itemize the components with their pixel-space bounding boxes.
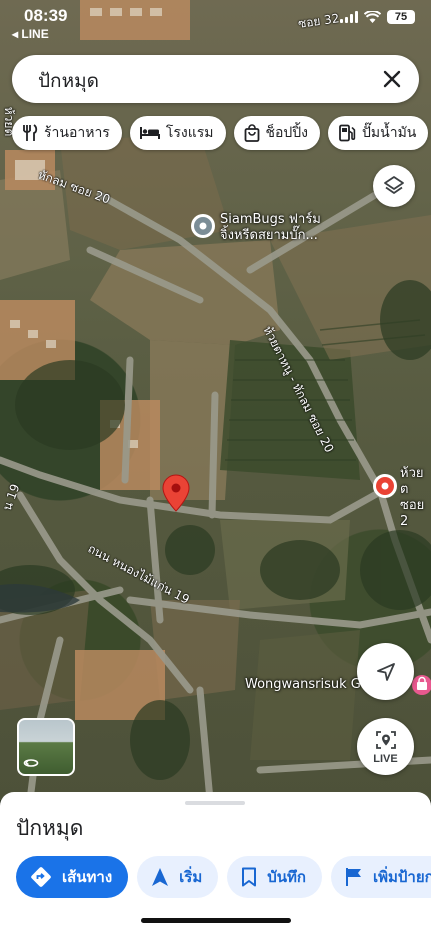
bookmark-icon bbox=[242, 867, 257, 887]
category-chips: ร้านอาหาร โรงแรม ช็อปปิ้ง ปั๊มน้ำมัน bbox=[12, 116, 429, 150]
navigation-arrow-icon bbox=[152, 868, 169, 886]
add-label-button[interactable]: เพิ่มป้ายก bbox=[331, 856, 431, 898]
back-to-app-link[interactable]: ◂ LINE bbox=[12, 27, 49, 41]
layers-icon bbox=[384, 176, 404, 194]
place-title: ปักหมุด bbox=[16, 816, 84, 840]
chip-label: ร้านอาหาร bbox=[44, 125, 110, 141]
search-bar[interactable]: ปักหมุด bbox=[12, 55, 419, 103]
restaurant-icon bbox=[23, 124, 38, 141]
chip-label: ปั๊มน้ำมัน bbox=[362, 125, 417, 141]
chip-label: ช็อปปิ้ง bbox=[265, 125, 309, 141]
clear-search-button[interactable] bbox=[377, 64, 407, 94]
place-pin-icon bbox=[373, 474, 397, 498]
poi-siambugs-label[interactable]: SiamBugs ฟาร์ม จิ้งหรีดสยามบั๊ก... bbox=[220, 212, 350, 244]
rotate-360-icon bbox=[23, 759, 39, 767]
start-button[interactable]: เริ่ม bbox=[137, 856, 219, 898]
street-view-thumbnail[interactable] bbox=[17, 718, 75, 776]
live-view-button[interactable]: LIVE bbox=[357, 718, 414, 775]
cellular-signal-icon bbox=[340, 11, 358, 23]
maps-screen: ซอย 32 ห้วยต หักลม ซอย 20 ห้วยตาหนู - หั… bbox=[0, 0, 431, 932]
close-icon bbox=[383, 70, 401, 88]
directions-icon bbox=[31, 867, 51, 887]
directions-button[interactable]: เส้นทาง bbox=[16, 856, 129, 898]
live-view-pin-icon bbox=[375, 731, 396, 749]
layers-button[interactable] bbox=[373, 165, 415, 207]
chip-label: โรงแรม bbox=[165, 125, 214, 141]
my-location-button[interactable] bbox=[357, 643, 414, 700]
add-label-label: เพิ่มป้ายก bbox=[373, 868, 431, 886]
live-label: LIVE bbox=[373, 753, 398, 765]
sheet-drag-handle[interactable] bbox=[185, 801, 245, 805]
navigation-arrow-icon bbox=[376, 662, 395, 681]
status-icons: 75 bbox=[340, 10, 415, 24]
chip-hotels[interactable]: โรงแรม bbox=[129, 116, 226, 150]
red-pin-icon bbox=[162, 474, 190, 512]
directions-label: เส้นทาง bbox=[62, 868, 113, 886]
save-button[interactable]: บันทึก bbox=[227, 856, 322, 898]
clock: 08:39 bbox=[24, 6, 68, 25]
poi-wongwansrisuk-label[interactable]: Wongwansrisuk G bbox=[245, 677, 361, 693]
chip-gas[interactable]: ปั๊มน้ำมัน bbox=[328, 116, 429, 150]
save-label: บันทึก bbox=[267, 868, 306, 886]
status-bar: 08:39 ◂ LINE 75 bbox=[0, 0, 431, 44]
place-bottom-sheet[interactable]: ปักหมุด เส้นทาง เริ่ม บันทึก เพิ่มป้ายก bbox=[0, 792, 431, 932]
battery-indicator: 75 bbox=[387, 10, 415, 24]
chip-shopping[interactable]: ช็อปปิ้ง bbox=[233, 116, 321, 150]
poi-right-label[interactable]: ห้วยต ซอย 2 bbox=[400, 466, 430, 530]
flag-icon bbox=[346, 868, 361, 886]
wifi-icon bbox=[364, 10, 381, 23]
shopping-bag-icon bbox=[412, 675, 431, 695]
gas-station-icon bbox=[339, 124, 356, 142]
shopping-icon bbox=[244, 124, 259, 142]
place-pin-icon bbox=[191, 214, 215, 238]
start-label: เริ่ม bbox=[179, 868, 203, 886]
search-query[interactable]: ปักหมุด bbox=[38, 66, 99, 96]
chip-restaurants[interactable]: ร้านอาหาร bbox=[12, 116, 122, 150]
hotel-icon bbox=[139, 127, 160, 139]
home-indicator bbox=[141, 918, 291, 923]
place-actions: เส้นทาง เริ่ม บันทึก เพิ่มป้ายก bbox=[16, 856, 431, 898]
